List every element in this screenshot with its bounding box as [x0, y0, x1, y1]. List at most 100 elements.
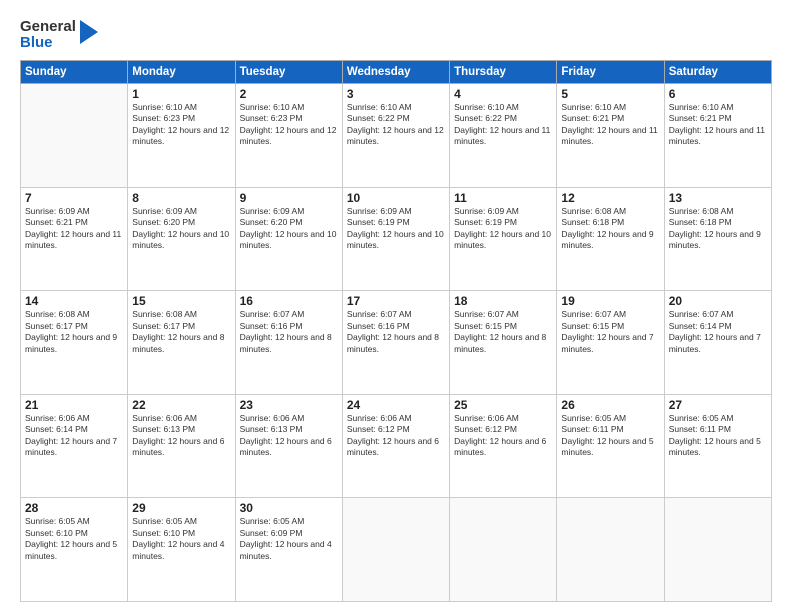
- daylight-text: Daylight: 12 hours and 5 minutes.: [669, 436, 761, 457]
- sunrise-text: Sunrise: 6:05 AM: [240, 516, 305, 526]
- sunset-text: Sunset: 6:16 PM: [240, 321, 303, 331]
- day-number: 7: [25, 191, 123, 205]
- day-number: 18: [454, 294, 552, 308]
- calendar-day-cell: 10 Sunrise: 6:09 AM Sunset: 6:19 PM Dayl…: [342, 187, 449, 291]
- calendar-day-cell: 4 Sunrise: 6:10 AM Sunset: 6:22 PM Dayli…: [450, 84, 557, 188]
- weekday-header: Thursday: [450, 61, 557, 84]
- calendar-page: General Blue SundayMondayTuesdayWednesda…: [0, 0, 792, 612]
- daylight-text: Daylight: 12 hours and 6 minutes.: [240, 436, 332, 457]
- sunrise-text: Sunrise: 6:07 AM: [561, 309, 626, 319]
- calendar-day-cell: 5 Sunrise: 6:10 AM Sunset: 6:21 PM Dayli…: [557, 84, 664, 188]
- day-number: 20: [669, 294, 767, 308]
- sunrise-text: Sunrise: 6:06 AM: [347, 413, 412, 423]
- daylight-text: Daylight: 12 hours and 6 minutes.: [454, 436, 546, 457]
- sunrise-text: Sunrise: 6:05 AM: [132, 516, 197, 526]
- sunrise-text: Sunrise: 6:05 AM: [561, 413, 626, 423]
- day-number: 17: [347, 294, 445, 308]
- calendar-day-cell: 13 Sunrise: 6:08 AM Sunset: 6:18 PM Dayl…: [664, 187, 771, 291]
- sunrise-text: Sunrise: 6:08 AM: [25, 309, 90, 319]
- day-info: Sunrise: 6:06 AM Sunset: 6:13 PM Dayligh…: [240, 413, 338, 459]
- calendar-day-cell: 19 Sunrise: 6:07 AM Sunset: 6:15 PM Dayl…: [557, 291, 664, 395]
- day-number: 29: [132, 501, 230, 515]
- sunset-text: Sunset: 6:19 PM: [347, 217, 410, 227]
- daylight-text: Daylight: 12 hours and 4 minutes.: [240, 539, 332, 560]
- weekday-header: Saturday: [664, 61, 771, 84]
- day-number: 19: [561, 294, 659, 308]
- sunset-text: Sunset: 6:20 PM: [240, 217, 303, 227]
- day-info: Sunrise: 6:09 AM Sunset: 6:19 PM Dayligh…: [347, 206, 445, 252]
- weekday-header: Tuesday: [235, 61, 342, 84]
- logo: General Blue: [20, 18, 100, 52]
- sunrise-text: Sunrise: 6:05 AM: [669, 413, 734, 423]
- sunset-text: Sunset: 6:18 PM: [669, 217, 732, 227]
- daylight-text: Daylight: 12 hours and 6 minutes.: [132, 436, 224, 457]
- calendar-day-cell: [21, 84, 128, 188]
- daylight-text: Daylight: 12 hours and 12 minutes.: [347, 125, 444, 146]
- logo-blue: Blue: [20, 34, 76, 52]
- calendar-day-cell: 14 Sunrise: 6:08 AM Sunset: 6:17 PM Dayl…: [21, 291, 128, 395]
- calendar-day-cell: 30 Sunrise: 6:05 AM Sunset: 6:09 PM Dayl…: [235, 498, 342, 602]
- day-info: Sunrise: 6:09 AM Sunset: 6:20 PM Dayligh…: [240, 206, 338, 252]
- day-info: Sunrise: 6:07 AM Sunset: 6:16 PM Dayligh…: [240, 309, 338, 355]
- day-number: 2: [240, 87, 338, 101]
- sunrise-text: Sunrise: 6:08 AM: [669, 206, 734, 216]
- day-info: Sunrise: 6:05 AM Sunset: 6:11 PM Dayligh…: [669, 413, 767, 459]
- sunset-text: Sunset: 6:20 PM: [132, 217, 195, 227]
- sunrise-text: Sunrise: 6:06 AM: [132, 413, 197, 423]
- daylight-text: Daylight: 12 hours and 8 minutes.: [347, 332, 439, 353]
- day-number: 28: [25, 501, 123, 515]
- day-number: 6: [669, 87, 767, 101]
- day-number: 3: [347, 87, 445, 101]
- calendar-day-cell: 23 Sunrise: 6:06 AM Sunset: 6:13 PM Dayl…: [235, 394, 342, 498]
- day-number: 4: [454, 87, 552, 101]
- calendar-day-cell: 7 Sunrise: 6:09 AM Sunset: 6:21 PM Dayli…: [21, 187, 128, 291]
- sunrise-text: Sunrise: 6:10 AM: [240, 102, 305, 112]
- calendar-week-row: 28 Sunrise: 6:05 AM Sunset: 6:10 PM Dayl…: [21, 498, 772, 602]
- calendar-day-cell: 11 Sunrise: 6:09 AM Sunset: 6:19 PM Dayl…: [450, 187, 557, 291]
- day-info: Sunrise: 6:06 AM Sunset: 6:13 PM Dayligh…: [132, 413, 230, 459]
- calendar-day-cell: 25 Sunrise: 6:06 AM Sunset: 6:12 PM Dayl…: [450, 394, 557, 498]
- daylight-text: Daylight: 12 hours and 7 minutes.: [669, 332, 761, 353]
- sunset-text: Sunset: 6:16 PM: [347, 321, 410, 331]
- daylight-text: Daylight: 12 hours and 7 minutes.: [25, 436, 117, 457]
- calendar-table: SundayMondayTuesdayWednesdayThursdayFrid…: [20, 60, 772, 602]
- weekday-header: Friday: [557, 61, 664, 84]
- calendar-day-cell: 29 Sunrise: 6:05 AM Sunset: 6:10 PM Dayl…: [128, 498, 235, 602]
- sunrise-text: Sunrise: 6:09 AM: [347, 206, 412, 216]
- day-info: Sunrise: 6:07 AM Sunset: 6:15 PM Dayligh…: [454, 309, 552, 355]
- daylight-text: Daylight: 12 hours and 10 minutes.: [132, 229, 229, 250]
- header: General Blue: [20, 18, 772, 52]
- day-info: Sunrise: 6:05 AM Sunset: 6:09 PM Dayligh…: [240, 516, 338, 562]
- day-number: 27: [669, 398, 767, 412]
- sunset-text: Sunset: 6:23 PM: [132, 113, 195, 123]
- sunset-text: Sunset: 6:21 PM: [25, 217, 88, 227]
- sunrise-text: Sunrise: 6:08 AM: [132, 309, 197, 319]
- daylight-text: Daylight: 12 hours and 8 minutes.: [132, 332, 224, 353]
- sunset-text: Sunset: 6:11 PM: [669, 424, 731, 434]
- day-number: 14: [25, 294, 123, 308]
- calendar-day-cell: 1 Sunrise: 6:10 AM Sunset: 6:23 PM Dayli…: [128, 84, 235, 188]
- day-info: Sunrise: 6:09 AM Sunset: 6:19 PM Dayligh…: [454, 206, 552, 252]
- logo-chevron-icon: [78, 18, 100, 46]
- day-number: 30: [240, 501, 338, 515]
- sunrise-text: Sunrise: 6:07 AM: [454, 309, 519, 319]
- daylight-text: Daylight: 12 hours and 10 minutes.: [240, 229, 337, 250]
- calendar-day-cell: 26 Sunrise: 6:05 AM Sunset: 6:11 PM Dayl…: [557, 394, 664, 498]
- day-info: Sunrise: 6:10 AM Sunset: 6:23 PM Dayligh…: [240, 102, 338, 148]
- day-number: 16: [240, 294, 338, 308]
- day-info: Sunrise: 6:09 AM Sunset: 6:21 PM Dayligh…: [25, 206, 123, 252]
- calendar-header-row: SundayMondayTuesdayWednesdayThursdayFrid…: [21, 61, 772, 84]
- day-info: Sunrise: 6:07 AM Sunset: 6:14 PM Dayligh…: [669, 309, 767, 355]
- calendar-week-row: 1 Sunrise: 6:10 AM Sunset: 6:23 PM Dayli…: [21, 84, 772, 188]
- day-info: Sunrise: 6:07 AM Sunset: 6:16 PM Dayligh…: [347, 309, 445, 355]
- daylight-text: Daylight: 12 hours and 5 minutes.: [25, 539, 117, 560]
- day-info: Sunrise: 6:08 AM Sunset: 6:17 PM Dayligh…: [25, 309, 123, 355]
- calendar-day-cell: [450, 498, 557, 602]
- sunset-text: Sunset: 6:21 PM: [669, 113, 732, 123]
- sunrise-text: Sunrise: 6:06 AM: [454, 413, 519, 423]
- day-info: Sunrise: 6:08 AM Sunset: 6:18 PM Dayligh…: [561, 206, 659, 252]
- sunset-text: Sunset: 6:21 PM: [561, 113, 624, 123]
- sunrise-text: Sunrise: 6:06 AM: [240, 413, 305, 423]
- day-number: 10: [347, 191, 445, 205]
- daylight-text: Daylight: 12 hours and 5 minutes.: [561, 436, 653, 457]
